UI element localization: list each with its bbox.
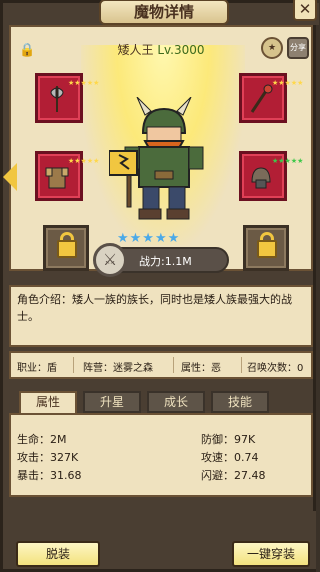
axe-icon bbox=[44, 84, 70, 114]
monster-detail-window: 魔物详情 ✕ 🔒 矮人王 Lv.3000 ★ 分享 ★★★★★ ★★★★★ ★★… bbox=[0, 0, 319, 572]
hero-panel: 🔒 矮人王 Lv.3000 ★ 分享 ★★★★★ ★★★★★ ★★★★★ ⚔ 战… bbox=[3, 25, 313, 277]
job-label: 职业：盾 bbox=[17, 363, 57, 374]
summon-count-label: 召唤次数：0 bbox=[247, 363, 304, 374]
divider bbox=[173, 357, 174, 373]
hero-info-row: 职业：盾 阵营：迷雾之森 属性：恶 召唤次数：0 bbox=[9, 351, 313, 379]
tab-skills[interactable]: 技能 bbox=[211, 391, 269, 413]
bottom-action-bar: 脱装 一键穿装 bbox=[6, 511, 316, 569]
hero-name: 矮人王 bbox=[117, 43, 154, 57]
armor-icon bbox=[44, 162, 70, 192]
stats-panel: 生命：2M 攻击：327K 暴击：31.68 防御：97K 攻速：0.74 闪避… bbox=[9, 413, 313, 497]
item-stars: ★★★★★ bbox=[68, 79, 99, 87]
item-stars: ★★★★★ bbox=[272, 157, 304, 165]
equip-slot-armor[interactable]: ★★★★★ bbox=[35, 151, 99, 201]
stat-defense: 防御：97K bbox=[201, 433, 256, 446]
stat-hp: 生命：2M bbox=[17, 433, 67, 446]
divider bbox=[241, 357, 242, 373]
close-button[interactable]: ✕ bbox=[293, 0, 317, 21]
equip-slot-helmet[interactable]: ★★★★★ bbox=[239, 151, 304, 201]
helmet-icon bbox=[248, 162, 274, 192]
title-bar: 魔物详情 ✕ bbox=[3, 0, 319, 25]
dwarf-king-figure bbox=[109, 97, 204, 220]
unequip-button[interactable]: 脱装 bbox=[16, 541, 100, 567]
attribute-label: 属性：恶 bbox=[181, 363, 221, 374]
prev-arrow-icon[interactable] bbox=[3, 163, 17, 191]
tab-attributes[interactable]: 属性 bbox=[19, 391, 77, 415]
equip-all-button[interactable]: 一键穿装 bbox=[232, 541, 310, 567]
tab-star-up[interactable]: 升星 bbox=[83, 391, 141, 413]
detail-tabs: 属性 升星 成长 技能 bbox=[19, 391, 305, 415]
staff-icon bbox=[248, 84, 274, 114]
locked-skill-slot-right[interactable] bbox=[243, 225, 289, 271]
share-icon[interactable]: 分享 bbox=[287, 37, 309, 59]
locked-skill-slot-left[interactable] bbox=[43, 225, 89, 271]
hero-level: Lv.3000 bbox=[157, 43, 205, 57]
padlock-icon bbox=[57, 240, 77, 258]
tab-growth[interactable]: 成长 bbox=[147, 391, 205, 413]
padlock-icon bbox=[257, 240, 277, 258]
item-stars: ★★★★★ bbox=[68, 157, 99, 165]
hero-star-rating: ★★★★★ bbox=[117, 231, 181, 246]
page-title: 魔物详情 bbox=[99, 0, 229, 25]
stat-attack-speed: 攻速：0.74 bbox=[201, 451, 259, 464]
equip-slot-weapon[interactable]: ★★★★★ bbox=[35, 73, 99, 123]
star-badge-icon[interactable]: ★ bbox=[261, 37, 283, 59]
stat-dodge: 闪避：27.48 bbox=[201, 469, 266, 482]
hero-description: 角色介绍：矮人一族的族长，同时也是矮人族最强大的战士。 bbox=[9, 285, 313, 347]
swords-icon: ⚔ bbox=[93, 243, 127, 277]
equip-slot-staff[interactable]: ★★★★★ bbox=[239, 73, 304, 123]
item-stars: ★★★★★ bbox=[272, 79, 304, 87]
divider bbox=[73, 357, 74, 373]
stat-attack: 攻击：327K bbox=[17, 451, 79, 464]
power-bar: ⚔ 战力:1.1M bbox=[93, 243, 229, 277]
stat-crit: 暴击：31.68 bbox=[17, 469, 82, 482]
power-value: 战力:1.1M bbox=[139, 255, 192, 268]
camp-label: 阵营：迷雾之森 bbox=[83, 363, 153, 374]
